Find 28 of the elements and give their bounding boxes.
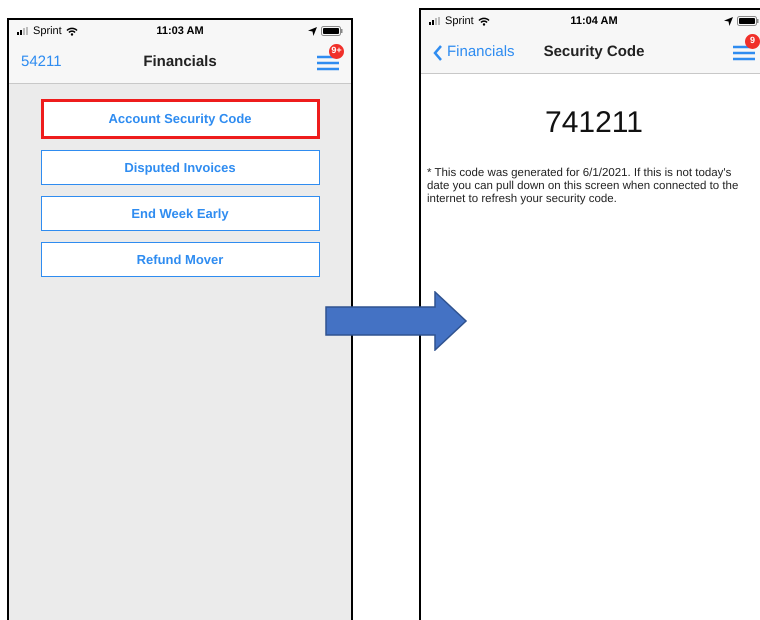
menu-button[interactable]: Refund Mover [40,242,320,277]
menu-button[interactable]: Disputed Invoices [40,150,320,185]
signal-icon [429,17,441,25]
status-time: 11:04 AM [569,14,619,29]
location-icon [308,26,317,36]
location-icon [724,16,733,26]
screen-title: Security Code [544,42,644,62]
right-arrow-icon [325,291,467,351]
security-code: 741211 [545,105,643,141]
menu-button[interactable]: End Week Early [40,196,320,231]
back-button[interactable]: 54211 [21,51,62,74]
battery-icon [737,16,759,26]
signal-icon [17,27,29,35]
wifi-icon [66,26,78,36]
code-note: * This code was generated for 6/1/2021. If this is not today's date you can pull down on this screen when connected to the internet to refresh your security code. [426,166,740,206]
notification-badge: 9+ [329,44,344,58]
menu-icon[interactable] [317,54,340,70]
menu-button[interactable]: Account Security Code [40,99,320,139]
wifi-icon [478,16,490,26]
screen-title: Financials [143,52,217,72]
carrier-name: Sprint [33,24,62,39]
menu-icon[interactable] [733,44,755,60]
status-time: 11:03 AM [155,24,205,39]
carrier-name: Sprint [445,14,474,29]
battery-icon [321,26,343,36]
notification-badge: 9 [745,34,760,48]
back-button[interactable]: Financials [433,41,515,64]
chevron-left-icon [433,44,443,60]
